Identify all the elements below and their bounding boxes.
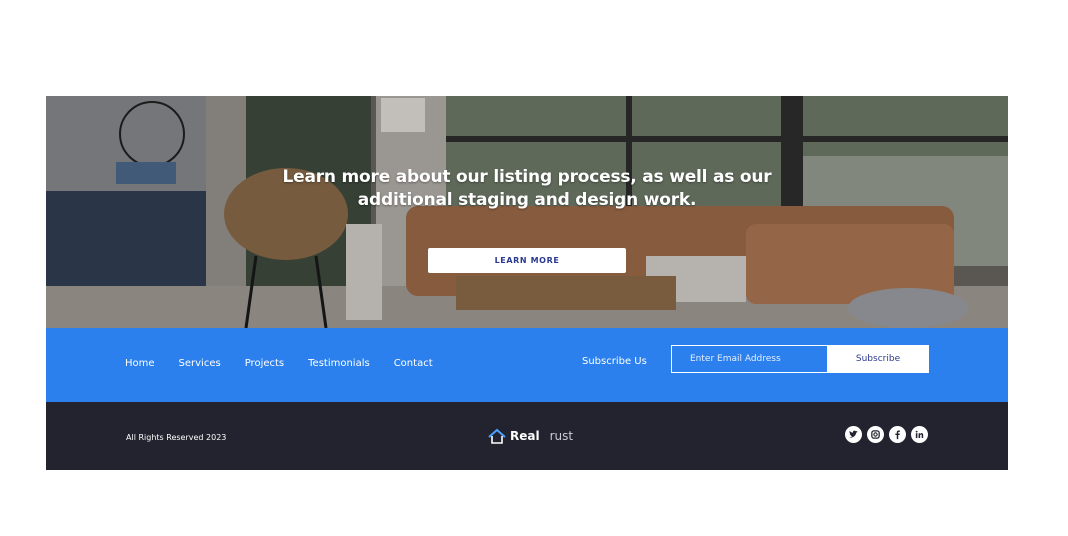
site-footer: All Rights Reserved 2023 Real rust bbox=[46, 402, 1008, 470]
subscribe-form: Subscribe bbox=[671, 345, 929, 373]
footer-nav: Home Services Projects Testimonials Cont… bbox=[125, 358, 457, 369]
copyright-text: All Rights Reserved 2023 bbox=[126, 433, 227, 442]
landing-footer-section: Learn more about our listing process, as… bbox=[46, 96, 1008, 470]
nav-link-contact[interactable]: Contact bbox=[394, 358, 433, 369]
brand-name-primary: Real bbox=[510, 429, 540, 443]
hero-headline: Learn more about our listing process, as… bbox=[46, 166, 1008, 212]
email-input[interactable] bbox=[671, 345, 827, 373]
subscribe-label: Subscribe Us bbox=[582, 356, 647, 367]
hero-dark-overlay bbox=[46, 96, 1008, 328]
linkedin-icon[interactable] bbox=[911, 426, 928, 443]
subscribe-button[interactable]: Subscribe bbox=[827, 345, 929, 373]
social-links bbox=[845, 426, 928, 443]
nav-subscribe-bar: Home Services Projects Testimonials Cont… bbox=[46, 328, 1008, 402]
nav-link-services[interactable]: Services bbox=[179, 358, 221, 369]
nav-link-home[interactable]: Home bbox=[125, 358, 155, 369]
twitter-icon[interactable] bbox=[845, 426, 862, 443]
hero-headline-line1: Learn more about our listing process, as… bbox=[282, 167, 772, 187]
nav-link-testimonials[interactable]: Testimonials bbox=[308, 358, 370, 369]
hero-banner: Learn more about our listing process, as… bbox=[46, 96, 1008, 328]
learn-more-button[interactable]: LEARN MORE bbox=[428, 248, 626, 273]
instagram-icon[interactable] bbox=[867, 426, 884, 443]
nav-link-projects[interactable]: Projects bbox=[245, 358, 284, 369]
brand-logo[interactable]: Real rust bbox=[488, 428, 573, 444]
house-icon bbox=[488, 428, 506, 444]
brand-name-secondary: rust bbox=[549, 429, 574, 443]
hero-headline-line2: additional staging and design work. bbox=[357, 190, 697, 210]
facebook-icon[interactable] bbox=[889, 426, 906, 443]
